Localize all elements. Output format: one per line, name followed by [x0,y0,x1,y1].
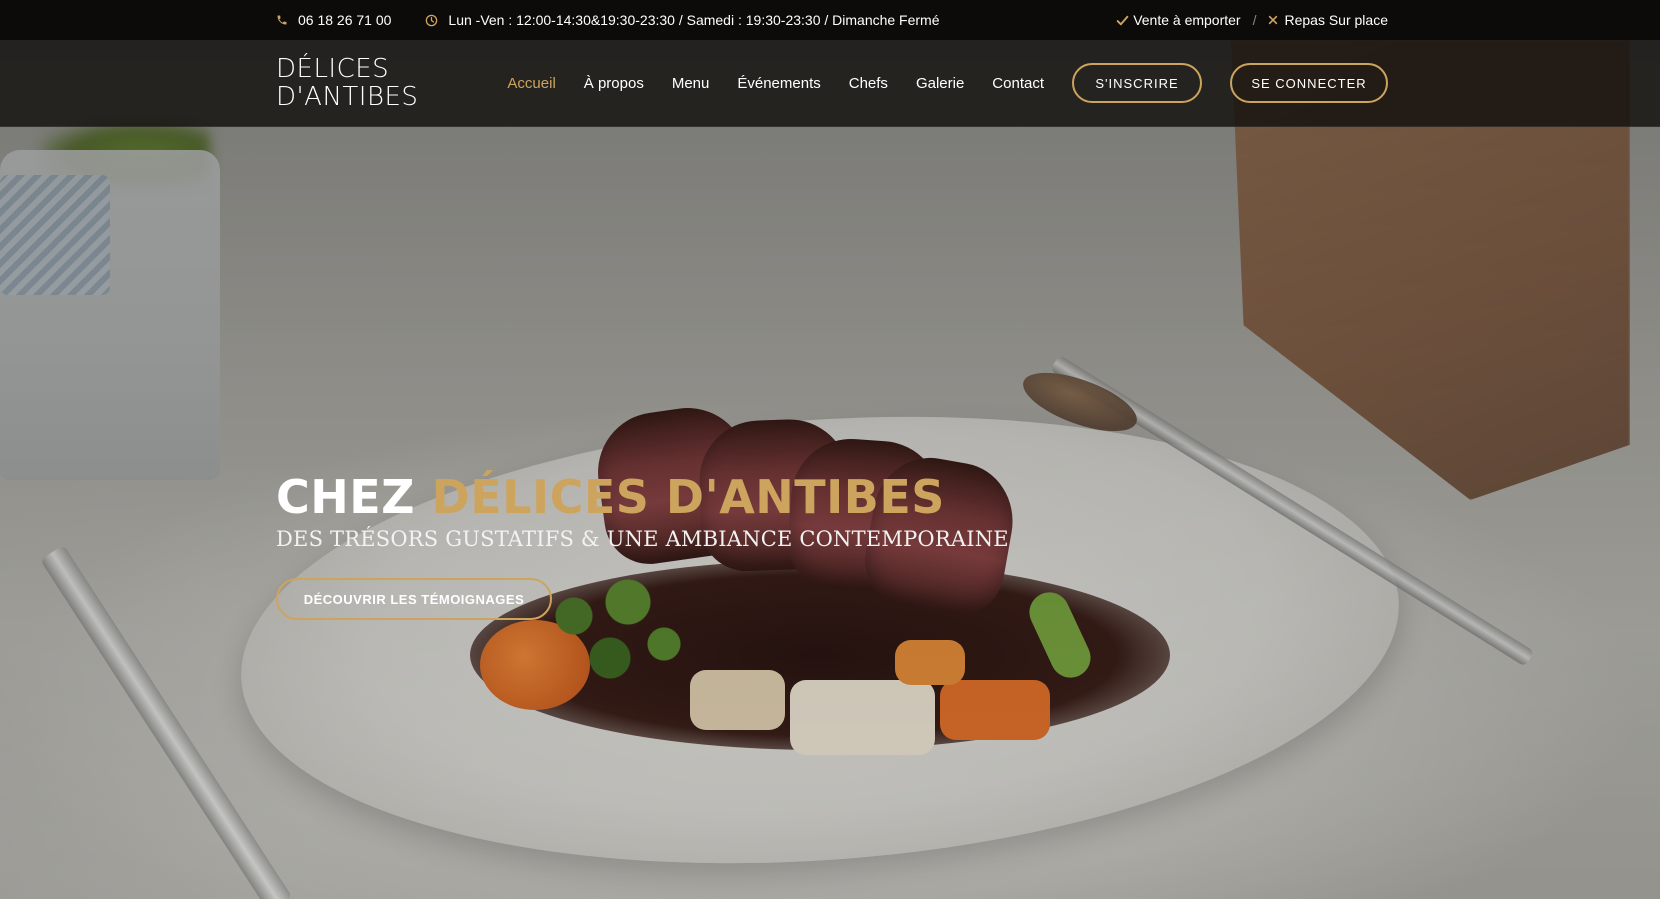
hero-title: CHEZ DÉLICES D'ANTIBES [276,470,1176,524]
logo-line-2: D'ANTIBES [276,82,419,112]
hours-text: Lun -Ven : 12:00-14:30&19:30-23:30 / Sam… [448,12,940,28]
takeaway-label: Vente à emporter [1133,12,1241,28]
site-logo[interactable]: DÉLICES D'ANTIBES [276,55,418,111]
logo-line-1: DÉLICES [276,54,390,84]
dine-in-label: Repas Sur place [1284,12,1388,28]
top-info-bar: 06 18 26 71 00 Lun -Ven : 12:00-14:30&19… [0,0,1660,40]
hero-title-accent: DÉLICES D'ANTIBES [431,470,945,524]
check-icon [1116,14,1129,27]
contact-info: 06 18 26 71 00 Lun -Ven : 12:00-14:30&19… [276,12,940,28]
nav-link-menu[interactable]: Menu [672,75,710,92]
nav-links: Accueil À propos Menu Événements Chefs G… [479,75,1044,92]
phone-info: 06 18 26 71 00 [276,12,391,28]
nav-menu: Accueil À propos Menu Événements Chefs G… [479,63,1388,103]
phone-icon [276,14,288,26]
hero-content: CHEZ DÉLICES D'ANTIBES DES TRÉSORS GUSTA… [276,470,1176,620]
hero-subtitle: DES TRÉSORS GUSTATIFS & UNE AMBIANCE CON… [276,527,1009,551]
hero-overlay [0,0,1660,899]
hero-background-image [0,0,1660,899]
nav-link-chefs[interactable]: Chefs [849,75,888,92]
opening-hours: Lun -Ven : 12:00-14:30&19:30-23:30 / Sam… [425,12,940,28]
nav-link-a-propos[interactable]: À propos [584,75,644,92]
signup-button[interactable]: S'INSCRIRE [1072,63,1202,103]
nav-link-evenements[interactable]: Événements [737,75,820,92]
close-icon [1268,15,1278,25]
service-options: Vente à emporter / Repas Sur place [1116,12,1388,28]
nav-link-galerie[interactable]: Galerie [916,75,964,92]
separator: / [1252,12,1257,28]
main-navbar: DÉLICES D'ANTIBES Accueil À propos Menu … [0,40,1660,127]
nav-link-contact[interactable]: Contact [992,75,1044,92]
clock-icon [425,14,438,27]
hero-title-prefix: CHEZ [276,470,432,524]
nav-link-accueil[interactable]: Accueil [507,75,555,92]
phone-number[interactable]: 06 18 26 71 00 [298,12,391,28]
discover-testimonials-button[interactable]: DÉCOUVRIR LES TÉMOIGNAGES [276,578,552,620]
login-button[interactable]: SE CONNECTER [1230,63,1388,103]
